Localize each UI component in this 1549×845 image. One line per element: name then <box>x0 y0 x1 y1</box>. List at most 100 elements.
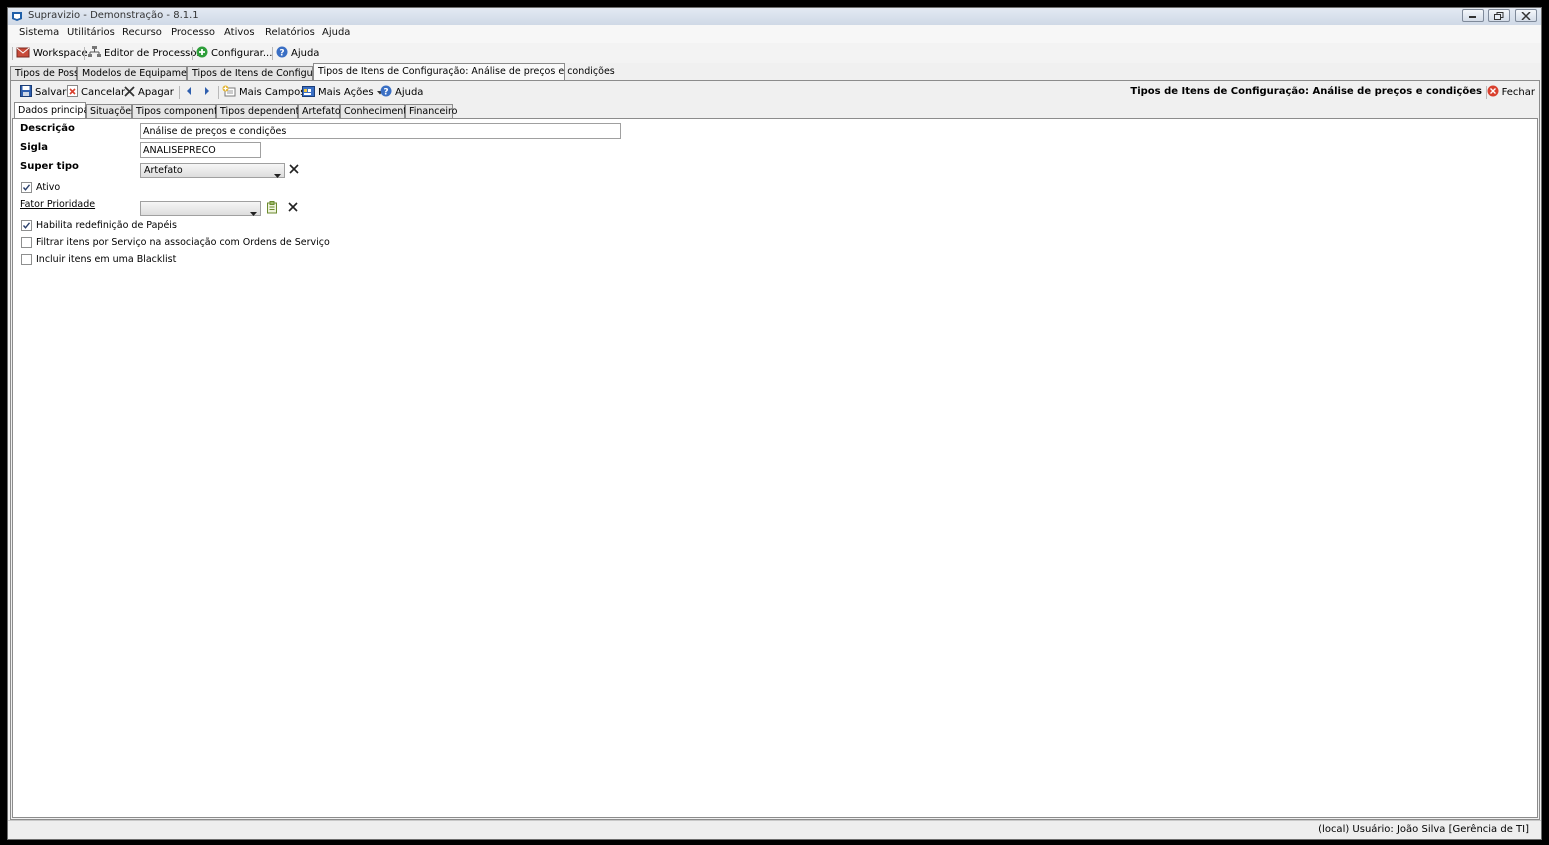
previous-record-button[interactable] <box>185 85 193 100</box>
workspace-label: Workspace <box>33 48 88 59</box>
filtrar-servico-checkbox[interactable] <box>21 237 32 248</box>
close-window-button[interactable] <box>1515 9 1537 22</box>
tab-artefatos[interactable]: Artefatos <box>298 104 346 119</box>
clear-icon <box>288 164 300 178</box>
menu-utilitarios[interactable]: Utilitários <box>67 27 115 38</box>
app-window: Supravizio - Demonstração - 8.1.1 Sistem… <box>7 7 1542 840</box>
tab-modelos-de-equipamentos[interactable]: Modelos de Equipamentos <box>77 66 207 80</box>
tab-dados-principais[interactable]: Dados principais <box>14 102 97 119</box>
delete-icon <box>124 85 135 100</box>
super-tipo-value: Artefato <box>144 165 183 176</box>
restore-button[interactable] <box>1488 9 1510 22</box>
form-help-button[interactable]: ? Ajuda <box>380 85 423 100</box>
fator-prioridade-select[interactable] <box>140 201 261 216</box>
ativo-checkbox[interactable] <box>21 182 32 193</box>
menu-ajuda[interactable]: Ajuda <box>322 27 350 38</box>
help-button[interactable]: ? Ajuda <box>276 46 319 61</box>
window-title: Supravizio - Demonstração - 8.1.1 <box>28 10 199 21</box>
more-actions-icon <box>302 85 315 100</box>
more-actions-button[interactable]: Mais Ações <box>302 85 383 100</box>
title-bar: Supravizio - Demonstração - 8.1.1 <box>8 8 1541 25</box>
habilita-papeis-label: Habilita redefinição de Papéis <box>36 220 177 231</box>
configure-label: Configurar... <box>211 48 273 59</box>
delete-label: Apagar <box>138 87 174 98</box>
filtrar-servico-label: Filtrar itens por Serviço na associação … <box>36 237 330 248</box>
save-label: Salvar <box>35 87 67 98</box>
tab-tipos-de-itens-de-configuracao[interactable]: Tipos de Itens de Configuração <box>187 66 339 80</box>
tab-tipos-dependentes[interactable]: Tipos dependentes <box>216 104 310 119</box>
minimize-button[interactable] <box>1462 9 1484 22</box>
toolbar-separator <box>192 47 193 60</box>
habilita-papeis-checkbox[interactable] <box>21 220 32 231</box>
section-tabs: Dados principais Situações Tipos compone… <box>11 102 1539 119</box>
process-editor-label: Editor de Processos <box>104 48 202 59</box>
status-text: (local) Usuário: João Silva [Gerência de… <box>1318 824 1529 835</box>
more-actions-label: Mais Ações <box>318 87 374 98</box>
super-tipo-select[interactable]: Artefato <box>140 163 285 178</box>
more-fields-icon <box>222 85 236 100</box>
toolbar-separator <box>12 47 13 60</box>
add-circle-icon <box>196 46 208 61</box>
tab-situacoes[interactable]: Situações <box>86 104 136 119</box>
save-button[interactable]: Salvar <box>20 85 66 100</box>
menu-processo[interactable]: Processo <box>171 27 215 38</box>
clear-icon <box>287 202 299 216</box>
sigla-label: Sigla <box>20 142 48 153</box>
menu-relatorios[interactable]: Relatórios <box>265 27 315 38</box>
document-tabs: Tipos de Posse Modelos de Equipamentos T… <box>8 63 1541 81</box>
menu-recurso[interactable]: Recurso <box>122 27 162 38</box>
ativo-label: Ativo <box>36 182 61 193</box>
delete-button[interactable]: Apagar <box>124 85 174 100</box>
more-fields-label: Mais Campos <box>239 87 306 98</box>
tab-conhecimento[interactable]: Conhecimento <box>340 104 413 119</box>
tab-tipos-componentes[interactable]: Tipos componentes <box>132 104 229 119</box>
form-help-label: Ajuda <box>395 87 424 98</box>
checkmark-icon <box>22 222 31 229</box>
checkmark-icon <box>22 184 31 191</box>
descricao-label: Descrição <box>20 123 75 134</box>
tab-analise-de-precos[interactable]: Tipos de Itens de Configuração: Análise … <box>313 63 615 81</box>
main-toolbar: Workspace Editor de Processos Configurar… <box>8 43 1541 63</box>
process-editor-button[interactable]: Editor de Processos <box>88 46 202 61</box>
close-form-label: Fechar <box>1501 87 1535 98</box>
blacklist-label: Incluir itens em uma Blacklist <box>36 254 177 265</box>
svg-text:?: ? <box>279 49 284 59</box>
toolbar-separator <box>218 86 219 99</box>
cancel-label: Cancelar <box>81 87 126 98</box>
blacklist-checkbox[interactable] <box>21 254 32 265</box>
configure-button[interactable]: Configurar... <box>196 46 272 61</box>
close-form-button[interactable]: Fechar <box>1487 85 1535 100</box>
workspace-icon <box>16 46 30 61</box>
workspace-button[interactable]: Workspace <box>16 46 88 61</box>
status-bar: (local) Usuário: João Silva [Gerência de… <box>8 820 1541 839</box>
toolbar-separator <box>179 86 180 99</box>
svg-text:?: ? <box>383 88 388 98</box>
next-record-button[interactable] <box>203 85 211 100</box>
chevron-down-icon <box>250 207 257 220</box>
chevron-down-icon <box>274 169 281 182</box>
cancel-icon <box>67 85 78 100</box>
descricao-input[interactable] <box>140 123 621 139</box>
help-icon: ? <box>380 85 392 100</box>
app-logo-icon <box>11 10 23 22</box>
save-icon <box>20 85 32 100</box>
toolbar-separator <box>272 47 273 60</box>
open-fator-prioridade-button[interactable] <box>266 201 280 215</box>
clear-fator-prioridade-button[interactable] <box>287 201 301 215</box>
tab-tipos-de-posse[interactable]: Tipos de Posse <box>10 66 85 80</box>
form-panel: Descrição Sigla Super tipo Artefato Ativ… <box>12 118 1538 818</box>
toolbar-separator <box>84 47 85 60</box>
fator-prioridade-label[interactable]: Fator Prioridade <box>20 199 95 210</box>
tab-financeiro[interactable]: Financeiro <box>405 104 458 119</box>
form-toolbar: Salvar Cancelar Apagar Mais Campos Mais … <box>11 83 1539 101</box>
form-title: Tipos de Itens de Configuração: Análise … <box>1130 86 1482 97</box>
clear-super-tipo-button[interactable] <box>288 163 302 177</box>
process-editor-icon <box>88 46 101 61</box>
cancel-button[interactable]: Cancelar <box>67 85 125 100</box>
menu-sistema[interactable]: Sistema <box>19 27 59 38</box>
menu-bar: Sistema Utilitários Recurso Processo Ati… <box>8 25 1541 43</box>
menu-ativos[interactable]: Ativos <box>224 27 255 38</box>
more-fields-button[interactable]: Mais Campos <box>222 85 305 100</box>
sigla-input[interactable] <box>140 142 261 158</box>
arrow-left-icon <box>185 86 193 99</box>
